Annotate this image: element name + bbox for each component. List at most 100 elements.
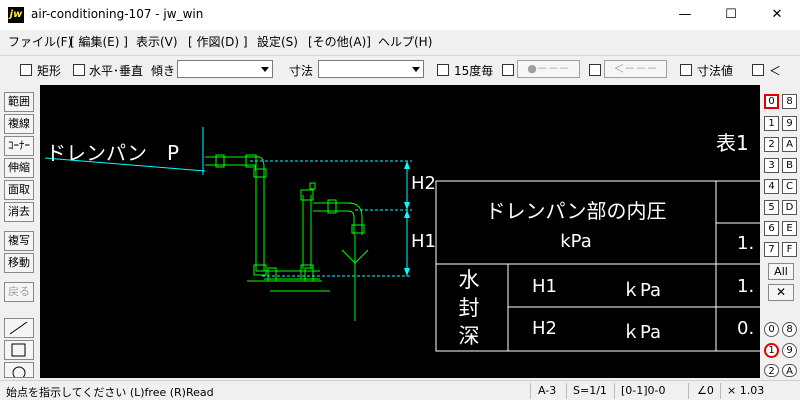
row-h2-name: H2 [532,318,557,339]
tool-stretch[interactable]: 伸縮 [4,158,34,178]
table-header-value: 1. [737,233,755,254]
angle-label: 傾き [151,64,176,78]
arrow-down-icon [404,202,410,210]
dimval-checkbox[interactable] [680,64,692,76]
menu-file[interactable]: ファイル(F) [8,33,72,50]
rect-checkbox[interactable] [20,64,32,76]
layer-group-8[interactable]: 8 [782,94,797,109]
layer-1[interactable]: 1 [764,343,779,358]
layer-group-C[interactable]: C [782,179,797,194]
layer-group-9[interactable]: 9 [782,116,797,131]
tool-erase[interactable]: 消去 [4,202,34,222]
layer-2[interactable]: 2 [764,364,779,377]
table-header-title: ドレンパン部の内圧 [485,199,667,223]
lt-label: ＜ [769,64,782,78]
menu-draw[interactable]: [ 作図(D) ] [188,33,248,50]
all-layers-button[interactable]: All [768,263,794,280]
maximize-button[interactable]: ☐ [708,0,754,30]
dimension-combo[interactable] [318,60,424,78]
row-h2-unit: ｋPa [622,322,662,343]
table-title: 表1 [716,131,749,155]
menu-other[interactable]: [その他(A)] [308,33,371,50]
close-button[interactable]: ✕ [754,0,800,30]
row-h1-name: H1 [532,276,557,297]
row-h1-value: 1. [737,276,755,297]
drain-pan-label: ドレンパン P [46,141,180,165]
layer-display[interactable]: [0-1]0-0 [621,384,666,397]
dimval-label: 寸法値 [697,64,734,78]
paper-size[interactable]: A-3 [538,384,556,397]
layer-group-E[interactable]: E [782,221,797,236]
minimize-button[interactable]: — [662,0,708,30]
tool-move[interactable]: 移動 [4,253,34,273]
drawing-canvas[interactable]: ドレンパン P H2 H1 表1 ドレンパン部の内圧 kPa 1. 水 封 深 … [40,85,760,378]
chevron-down-icon [261,67,269,72]
point-mode-button[interactable]: ●－－－ [517,60,580,78]
arrow-up-icon [404,210,410,218]
table-header-unit: kPa [560,231,592,252]
app-icon: jw [8,7,24,23]
tool-copy[interactable]: 複写 [4,231,34,251]
left-tool-panel: 範囲 複線 ｺｰﾅｰ 伸縮 面取 消去 複写 移動 戻る [0,85,37,378]
layer-group-B[interactable]: B [782,158,797,173]
status-bar: 始点を指示してください (L)free (R)Read A-3 S=1/1 [0… [0,380,800,400]
tool-undo[interactable]: 戻る [4,282,34,302]
circle-icon [12,366,26,377]
layer-8[interactable]: 8 [782,322,797,337]
point-mode-checkbox[interactable] [502,64,514,76]
hv-checkbox[interactable] [73,64,85,76]
layer-group-4[interactable]: 4 [764,179,779,194]
layer-group-3[interactable]: 3 [764,158,779,173]
rect-label: 矩形 [37,64,62,78]
chevron-down-icon [412,67,420,72]
layer-group-2[interactable]: 2 [764,137,779,152]
title-bar: jw air-conditioning-107 - jw_win — ☐ ✕ [0,0,800,30]
dim-label: 寸法 [289,64,314,78]
menu-bar: ファイル(F) [ 編集(E) ] 表示(V) [ 作図(D) ] 設定(S) … [0,30,800,52]
layer-group-A[interactable]: A [782,137,797,152]
layer-group-F[interactable]: F [782,242,797,257]
line-icon [9,321,28,335]
layer-panel: 0 8 1 9 2 A 3 B 4 C 5 D 6 E 7 F All ✕ 0 … [760,85,800,378]
angle-combo[interactable] [177,60,273,78]
line-tool-button[interactable] [4,318,34,338]
menu-help[interactable]: ヘルプ(H) [378,33,432,50]
deg15-checkbox[interactable] [437,64,449,76]
tool-corner[interactable]: ｺｰﾅｰ [4,136,34,156]
menu-edit[interactable]: [ 編集(E) ] [70,33,128,50]
layer-group-6[interactable]: 6 [764,221,779,236]
tool-chamfer[interactable]: 面取 [4,180,34,200]
arrow-down-icon [404,268,410,276]
circle-tool-button[interactable] [4,362,34,378]
h1-label: H1 [411,231,436,252]
row-h1-unit: ｋPa [622,280,662,301]
status-message: 始点を指示してください (L)free (R)Read [6,386,214,399]
arrow-up-icon [404,161,410,169]
deg15-label: 15度毎 [454,64,494,78]
layer-9[interactable]: 9 [782,343,797,358]
close-icon[interactable]: ✕ [768,284,794,301]
lt-checkbox[interactable] [752,64,764,76]
arrow-mode-button[interactable]: ＜－－－ [604,60,667,78]
layer-group-7[interactable]: 7 [764,242,779,257]
control-toolbar: 矩形 水平･垂直 傾き 寸法 15度毎 ●－－－ ＜－－－ 寸法値 ＜ [0,55,800,81]
zoom-display[interactable]: × 1.03 [727,384,764,397]
trap-pipe [205,154,369,321]
layer-0[interactable]: 0 [764,322,779,337]
menu-view[interactable]: 表示(V) [136,33,178,50]
row-h2-value: 0. [737,318,755,339]
arrow-mode-checkbox[interactable] [589,64,601,76]
layer-group-0[interactable]: 0 [764,94,779,109]
layer-group-5[interactable]: 5 [764,200,779,215]
layer-A[interactable]: A [782,364,797,377]
layer-group-D[interactable]: D [782,200,797,215]
h2-label: H2 [411,173,436,194]
layer-group-1[interactable]: 1 [764,116,779,131]
tool-range[interactable]: 範囲 [4,92,34,112]
angle-display[interactable]: ∠0 [697,384,714,397]
scale-display[interactable]: S=1/1 [573,384,607,397]
tool-offset[interactable]: 複線 [4,114,34,134]
menu-settings[interactable]: 設定(S) [257,33,298,50]
hv-label: 水平･垂直 [89,64,144,78]
rect-tool-button[interactable] [4,340,34,360]
